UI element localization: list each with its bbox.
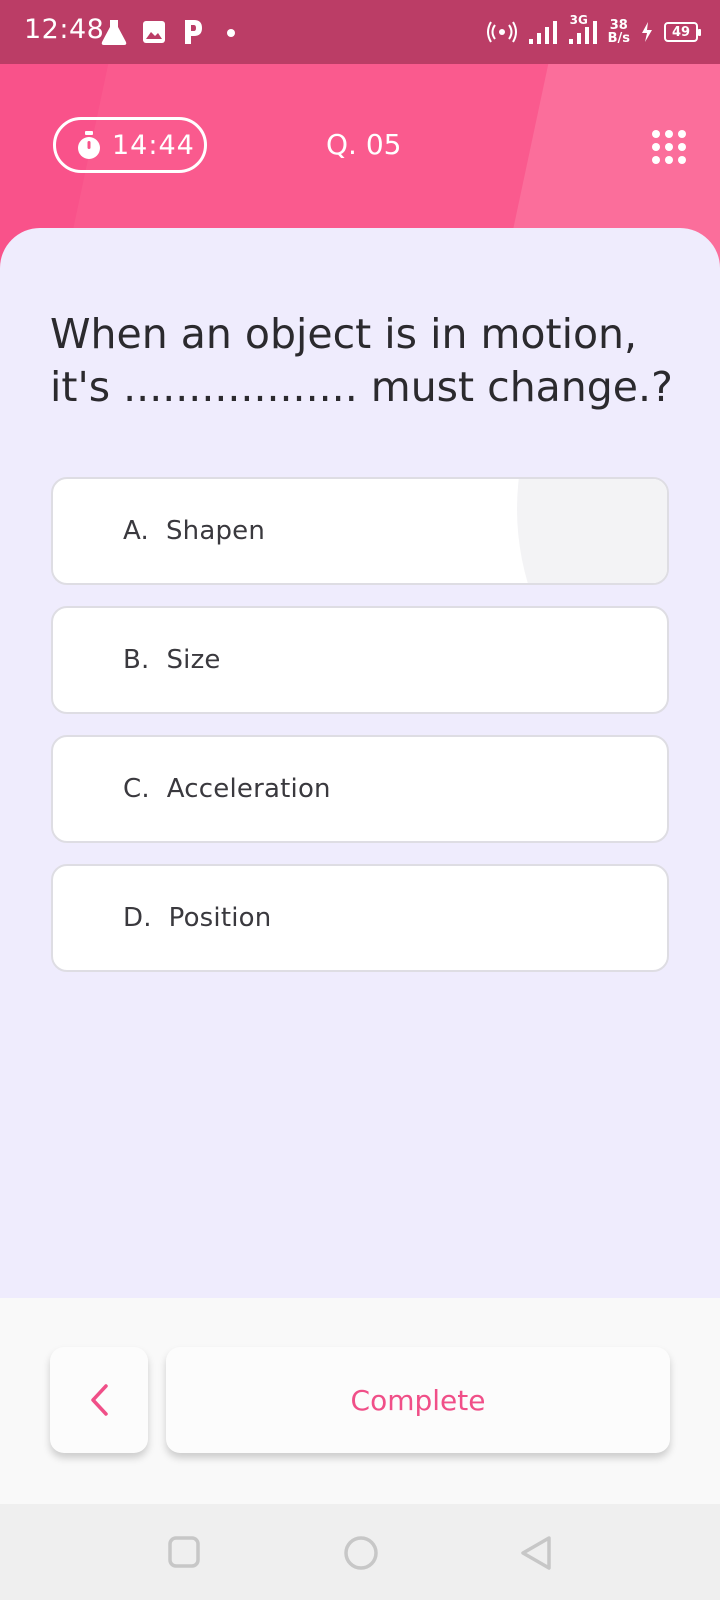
home-circle-icon[interactable] — [342, 1534, 380, 1572]
grid-dot — [678, 130, 686, 138]
system-navigation-bar — [0, 1504, 720, 1600]
option-a[interactable]: A. Shapen — [51, 477, 669, 585]
option-b[interactable]: B. Size — [51, 606, 669, 714]
back-triangle-icon[interactable] — [518, 1534, 554, 1572]
battery-icon: 49 — [664, 22, 701, 42]
grid-dot — [665, 156, 673, 164]
grid-dot — [678, 143, 686, 151]
question-number: Q. 05 — [326, 128, 402, 161]
timer-value: 14:44 — [112, 129, 195, 161]
press-ripple — [517, 479, 667, 583]
data-speed: 38 B/s — [607, 18, 630, 46]
status-time: 12:48 — [24, 14, 105, 45]
parking-p-icon — [185, 20, 202, 44]
flask-icon — [101, 20, 127, 45]
option-c[interactable]: C. Acceleration — [51, 735, 669, 843]
question-grid-button[interactable] — [652, 130, 686, 164]
notification-dot-icon — [227, 29, 235, 37]
grid-dot — [665, 143, 673, 151]
network-type-label: 3G — [569, 13, 588, 27]
hotspot-icon — [486, 21, 517, 43]
image-icon — [143, 21, 165, 43]
status-bar: 12:48 3G 38 B/s 49 — [0, 0, 720, 64]
grid-dot — [652, 130, 660, 138]
chevron-left-icon — [91, 1384, 108, 1416]
grid-dot — [665, 130, 673, 138]
question-text: When an object is in motion, it's ......… — [50, 310, 673, 411]
grid-dot — [678, 156, 686, 164]
complete-button[interactable]: Complete — [166, 1347, 670, 1453]
charging-icon — [642, 22, 652, 42]
stopwatch-icon — [78, 131, 100, 159]
signal-icon — [528, 21, 557, 44]
option-d[interactable]: D. Position — [51, 864, 669, 972]
timer-pill: 14:44 — [53, 117, 207, 173]
grid-dot — [652, 156, 660, 164]
recents-square-icon[interactable] — [166, 1534, 202, 1570]
back-button[interactable] — [50, 1347, 148, 1453]
grid-dot — [652, 143, 660, 151]
